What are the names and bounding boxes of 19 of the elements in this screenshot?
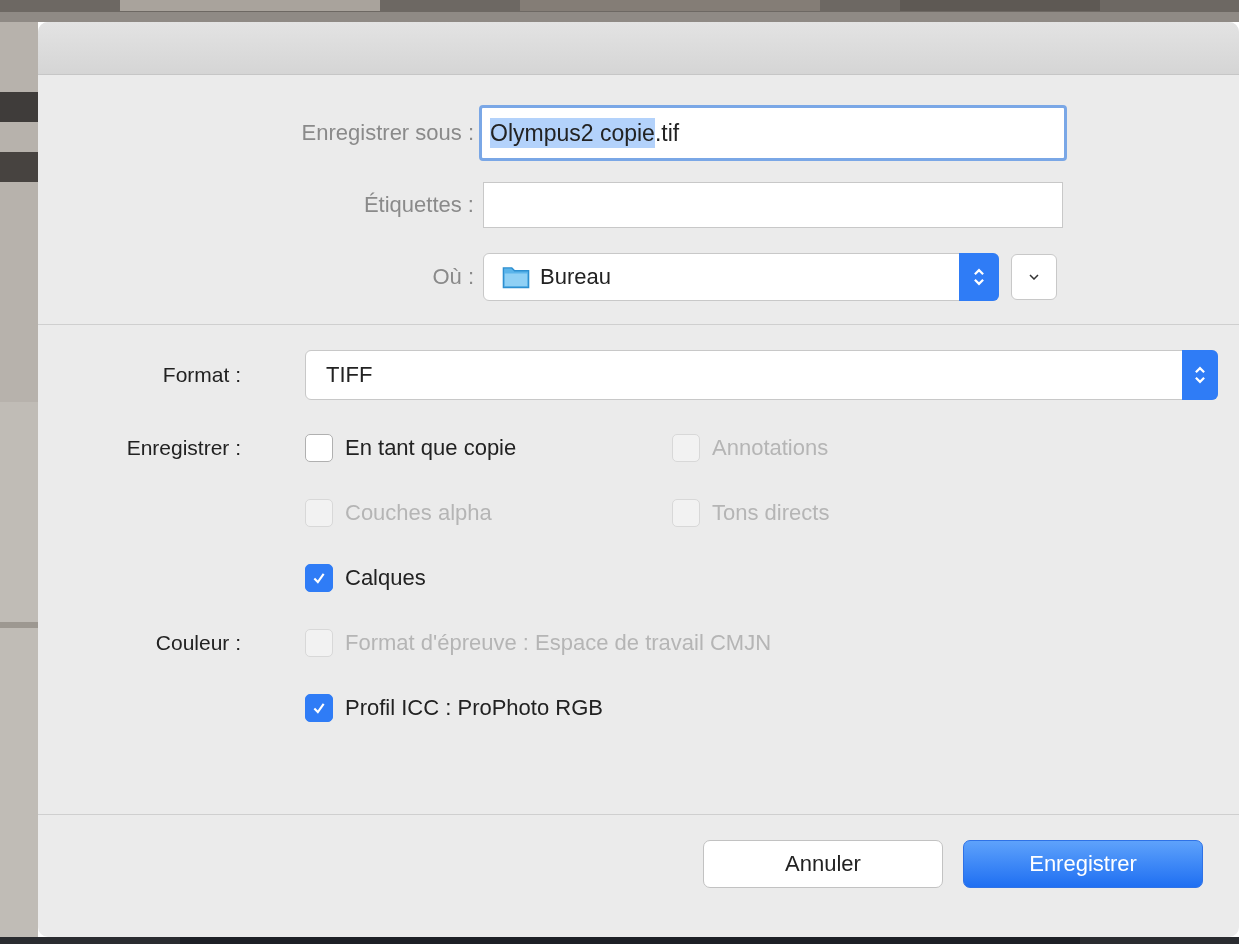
filename-field[interactable]: Olympus2 copie.tif xyxy=(479,105,1067,161)
checkbox[interactable]: Calques xyxy=(305,563,426,592)
checkbox[interactable]: Profil ICC : ProPhoto RGB xyxy=(305,693,603,722)
expand-button[interactable] xyxy=(1011,254,1057,300)
field-label: Où : xyxy=(431,264,475,290)
stepper-icon xyxy=(1182,350,1218,400)
tags-field[interactable] xyxy=(483,182,1063,228)
chevron-down-icon xyxy=(1029,274,1039,280)
format-dropdown[interactable]: TIFF xyxy=(305,350,1218,400)
field-label: Format : xyxy=(161,363,242,387)
field-label: Étiquettes : xyxy=(362,192,475,218)
field-label: Enregistrer sous : xyxy=(300,120,475,146)
cancel-button[interactable]: Annuler xyxy=(703,840,943,888)
stepper-icon xyxy=(959,253,999,301)
field-label: Enregistrer : xyxy=(125,435,242,460)
folder-icon xyxy=(502,265,530,289)
location-dropdown[interactable]: Bureau xyxy=(483,253,999,301)
checkbox[interactable]: En tant que copie xyxy=(305,433,672,462)
field-label: Couleur : xyxy=(154,630,242,655)
